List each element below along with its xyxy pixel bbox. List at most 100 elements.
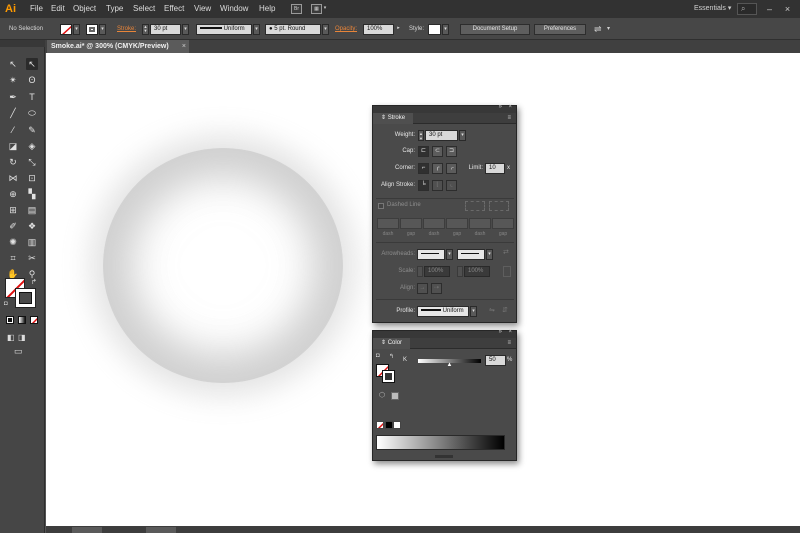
white-swatch[interactable]	[393, 421, 401, 429]
panel-menu-icon[interactable]: ≡	[507, 113, 511, 124]
zoom-level-field[interactable]	[72, 527, 102, 533]
swap-fill-stroke-icon[interactable]: ↱	[31, 278, 37, 286]
menu-type[interactable]: Type	[106, 0, 123, 18]
direct-selection-tool-icon[interactable]: ↖	[26, 58, 38, 70]
screen-mode-icon[interactable]: ▭	[14, 346, 23, 357]
start-arrowhead-select[interactable]	[417, 249, 445, 260]
round-cap-icon[interactable]: ⊂	[432, 146, 443, 157]
control-menu-icon[interactable]: ▾	[607, 23, 610, 35]
fill-dropdown[interactable]: ▾	[73, 24, 80, 35]
black-swatch[interactable]	[385, 421, 393, 429]
align-inside-icon[interactable]: ⌊	[432, 180, 443, 191]
chevron-down-icon[interactable]: ▾	[322, 4, 328, 14]
butt-cap-icon[interactable]: ⊏	[418, 146, 429, 157]
profile-dropdown[interactable]: ▾	[470, 306, 477, 317]
line-tool-icon[interactable]: ╱	[7, 107, 19, 119]
opacity-input[interactable]: 100%	[363, 24, 394, 35]
type-tool-icon[interactable]: T	[26, 91, 38, 103]
collapse-panel-icon[interactable]: »	[499, 329, 502, 335]
menu-window[interactable]: Window	[220, 0, 248, 18]
gap-2-field[interactable]	[446, 218, 468, 229]
document-setup-button[interactable]: Document Setup	[460, 24, 530, 35]
bevel-join-icon[interactable]: ⌌	[446, 163, 457, 174]
brush-dropdown[interactable]: ▾	[322, 24, 329, 35]
menu-help[interactable]: Help	[259, 0, 275, 18]
preferences-button[interactable]: Preferences	[534, 24, 586, 35]
default-colors-icon[interactable]: ◘	[4, 301, 8, 307]
artboard-navigation[interactable]	[146, 527, 176, 533]
scale-tool-icon[interactable]: ⤡	[26, 156, 38, 168]
mesh-tool-icon[interactable]: ⊞	[7, 204, 19, 216]
weight-stepper[interactable]: ▲ ▼	[142, 24, 149, 35]
opacity-label[interactable]: Opacity:	[335, 18, 357, 40]
symbol-sprayer-tool-icon[interactable]: ✺	[7, 236, 19, 248]
default-colors-icon[interactable]: ◘	[376, 353, 380, 359]
perspective-grid-tool-icon[interactable]: ▚	[26, 188, 38, 200]
fill-swatch[interactable]	[60, 24, 72, 35]
gap-3-field[interactable]	[492, 218, 514, 229]
swap-fill-stroke-icon[interactable]: ↰	[389, 353, 394, 360]
out-of-gamut-icon[interactable]: ⬡	[379, 391, 385, 399]
shape-builder-tool-icon[interactable]: ⊕	[7, 188, 19, 200]
transform-icon[interactable]: ⇌	[594, 23, 602, 35]
color-panel-titlebar[interactable]: » ×	[373, 329, 516, 338]
stroke-dropdown[interactable]: ▾	[99, 24, 106, 35]
menu-edit[interactable]: Edit	[51, 0, 65, 18]
paintbrush-tool-icon[interactable]: ⁄	[7, 124, 19, 136]
align-dash-icon[interactable]	[489, 201, 509, 211]
artboard-tool-icon[interactable]: ⌗	[7, 252, 19, 264]
magic-wand-tool-icon[interactable]: ✴	[7, 74, 19, 86]
width-tool-icon[interactable]: ⋈	[7, 172, 19, 184]
start-arrowhead-dropdown[interactable]: ▾	[446, 249, 453, 260]
blob-brush-tool-icon[interactable]: ◪	[7, 140, 19, 152]
selection-tool-icon[interactable]: ↖	[7, 58, 19, 70]
gradient-mode-icon[interactable]	[18, 316, 26, 324]
menu-object[interactable]: Object	[73, 0, 96, 18]
eyedropper-tool-icon[interactable]: ✐	[7, 220, 19, 232]
arrow-tip-end-icon[interactable]: ⇢	[431, 283, 442, 294]
workspace-switcher[interactable]: Essentials ▾	[694, 0, 731, 18]
swap-arrowheads-icon[interactable]: ⇄	[503, 248, 509, 256]
ellipse-tool-icon[interactable]: ⬭	[26, 107, 38, 119]
arrow-tip-beyond-icon[interactable]: →	[417, 283, 428, 294]
close-panel-icon[interactable]: ×	[508, 104, 512, 110]
column-graph-tool-icon[interactable]: ▥	[26, 236, 38, 248]
weight-stepper[interactable]: ▲ ▼	[418, 130, 424, 141]
close-panel-icon[interactable]: ×	[508, 329, 512, 335]
eraser-tool-icon[interactable]: ◈	[26, 140, 38, 152]
weight-dropdown[interactable]: ▾	[182, 24, 189, 35]
menu-view[interactable]: View	[194, 0, 211, 18]
scale-2-stepper[interactable]	[457, 266, 463, 277]
end-arrowhead-dropdown[interactable]: ▾	[486, 249, 493, 260]
dash-2-field[interactable]	[423, 218, 445, 229]
dashed-line-checkbox[interactable]	[378, 203, 384, 209]
brush-definition[interactable]: ● 5 pt. Round	[265, 24, 321, 35]
web-safe-swatch[interactable]	[391, 392, 399, 400]
stroke-label[interactable]: Stroke:	[117, 18, 136, 40]
round-join-icon[interactable]: ╭	[432, 163, 443, 174]
variable-width-profile[interactable]: Uniform	[196, 24, 252, 35]
close-button[interactable]: ×	[780, 0, 795, 18]
align-center-icon[interactable]: ╘	[418, 180, 429, 191]
stroke-weight-input[interactable]: 30 pt	[150, 24, 181, 35]
stroke-proxy[interactable]	[382, 370, 395, 383]
stroke-proxy[interactable]	[15, 288, 36, 308]
blend-tool-icon[interactable]: ❖	[26, 220, 38, 232]
panel-menu-icon[interactable]: ≡	[507, 338, 511, 349]
flip-along-icon[interactable]: ⇋	[489, 306, 495, 314]
none-swatch[interactable]	[376, 421, 384, 429]
profile-dropdown[interactable]: ▾	[253, 24, 260, 35]
search-field[interactable]: ⌕	[737, 3, 757, 15]
menu-select[interactable]: Select	[133, 0, 155, 18]
color-mode-icon[interactable]	[6, 316, 14, 324]
k-value-input[interactable]: 50	[485, 355, 506, 366]
pencil-tool-icon[interactable]: ✎	[26, 124, 38, 136]
draw-normal-icon[interactable]: ◧	[7, 333, 15, 342]
limit-input[interactable]: 10	[485, 163, 505, 174]
tab-color[interactable]: ⇕ Color	[373, 338, 411, 349]
menu-file[interactable]: File	[30, 0, 43, 18]
stroke-swatch[interactable]	[86, 24, 98, 35]
flip-across-icon[interactable]: ⇵	[502, 306, 508, 314]
tab-close-icon[interactable]: ×	[182, 40, 186, 53]
style-dropdown[interactable]: ▾	[442, 24, 449, 35]
